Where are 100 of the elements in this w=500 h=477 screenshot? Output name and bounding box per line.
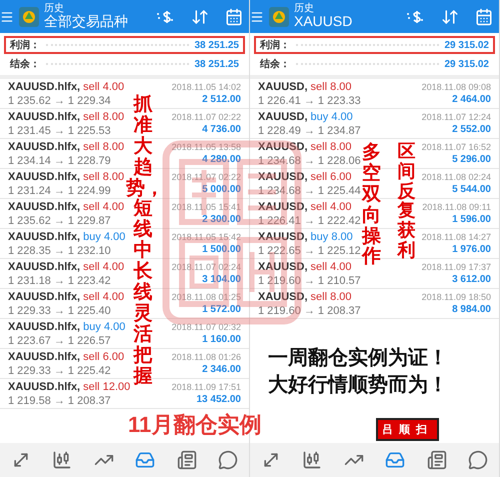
vertical-slogan: 多空双向操作 (361, 142, 382, 268)
candlestick-icon (302, 450, 322, 470)
inbox-icon (385, 450, 406, 470)
nav-tab[interactable] (302, 450, 322, 470)
newspaper-icon (426, 450, 447, 470)
summary-label: 利润： (260, 38, 290, 52)
trade-symbol: XAUUSD.hlfx, (8, 350, 80, 362)
menu-icon[interactable] (250, 10, 264, 24)
sort-icon[interactable] (191, 8, 209, 26)
trade-profit: 5 544.00 (452, 184, 491, 195)
trade-prices: 1 226.41 → 1 222.42 (258, 214, 361, 226)
trade-prices: 1 223.67 → 1 226.57 (8, 334, 111, 346)
summary-label: 利润： (10, 38, 40, 52)
trade-profit: 2 300.00 (202, 214, 241, 225)
trade-time: 2018.11.09 17:51 (172, 382, 241, 392)
nav-tab[interactable] (52, 450, 72, 470)
menu-icon[interactable] (0, 10, 14, 24)
trade-symbol: XAUUSD.hlfx, (8, 80, 80, 92)
trade-side: sell 4.00 (83, 260, 124, 272)
nav-tab[interactable] (135, 450, 156, 470)
trade-profit: 1 976.00 (452, 244, 491, 255)
trade-time: 2018.11.08 09:11 (422, 202, 491, 212)
trade-side: buy 4.00 (83, 320, 126, 332)
trade-profit: 4 736.00 (202, 124, 241, 135)
trade-side: sell 4.00 (83, 200, 124, 212)
trade-symbol: XAUUSD, (258, 140, 308, 152)
trade-side: sell 4.00 (83, 80, 124, 92)
trade-symbol: XAUUSD.hlfx, (8, 290, 80, 302)
trade-side: sell 4.00 (310, 260, 352, 272)
chat-icon (468, 450, 488, 470)
header-title: 历史 (294, 3, 315, 14)
trade-profit: 3 104.00 (202, 274, 241, 285)
trade-profit: 3 612.00 (452, 274, 491, 285)
trade-prices: 1 231.45 → 1 225.53 (8, 124, 111, 136)
summary-value: 38 251.25 (194, 58, 239, 70)
trade-symbol: XAUUSD.hlfx, (8, 320, 80, 332)
nav-tab[interactable] (385, 450, 406, 470)
newspaper-icon (176, 450, 197, 470)
trade-symbol: XAUUSD, (258, 200, 308, 212)
nav-tab[interactable] (218, 450, 238, 470)
trade-side: sell 12.00 (83, 380, 130, 392)
trade-symbol: XAUUSD, (258, 230, 308, 242)
signature-seal: 吕顺扫 (376, 418, 439, 441)
trade-time: 2018.11.08 02:24 (422, 172, 491, 182)
trade-profit: 1 596.00 (452, 214, 491, 225)
trade-prices: 1 234.14 → 1 228.79 (8, 154, 111, 166)
trade-time: 2018.11.07 02:32 (172, 322, 241, 332)
trade-prices: 1 229.33 → 1 225.42 (8, 364, 111, 376)
trade-side: sell 8.00 (310, 290, 352, 302)
trade-side: sell 4.00 (310, 200, 352, 212)
trade-profit: 5 000.00 (202, 184, 241, 195)
trade-profit: 13 452.00 (196, 394, 241, 405)
trade-prices: 1 228.35 → 1 232.10 (8, 244, 111, 256)
trade-symbol: XAUUSD.hlfx, (8, 260, 80, 272)
trade-side: sell 8.00 (310, 80, 352, 92)
trade-time: 2018.11.09 18:50 (422, 292, 491, 302)
trade-profit: 2 346.00 (202, 364, 241, 375)
trade-time: 2018.11.08 01:25 (172, 292, 241, 302)
trade-side: sell 8.00 (310, 140, 352, 152)
trade-symbol: XAUUSD, (258, 80, 308, 92)
summary-label: 结余： (260, 58, 290, 71)
trade-prices: 1 234.68 → 1 225.44 (258, 184, 361, 196)
calendar-icon[interactable] (475, 8, 493, 26)
trade-time: 2018.11.05 14:02 (172, 82, 241, 92)
trade-profit: 4 280.00 (202, 154, 241, 165)
nav-tab[interactable] (468, 450, 488, 470)
sort-icon[interactable] (441, 8, 459, 26)
trade-prices: 1 235.62 → 1 229.34 (8, 94, 111, 106)
trade-symbol: XAUUSD.hlfx, (8, 170, 80, 182)
nav-tab[interactable] (176, 450, 197, 470)
nav-tab[interactable] (426, 450, 447, 470)
trade-prices: 1 229.33 → 1 225.40 (8, 304, 111, 316)
trade-symbol: XAUUSD, (258, 260, 308, 272)
caption: 11月翻仓实例 (128, 411, 262, 439)
slogan: 大好行情顺势而为！ (268, 373, 448, 398)
trade-prices: 1 231.24 → 1 224.99 (8, 184, 111, 196)
trade-time: 2018.11.07 16:52 (422, 142, 491, 152)
trade-time: 2018.11.09 17:37 (422, 262, 491, 272)
calendar-icon[interactable] (225, 8, 243, 26)
trade-prices: 1 231.18 → 1 223.42 (8, 274, 111, 286)
trade-time: 2018.11.05 15:41 (172, 202, 241, 212)
trade-side: sell 8.00 (83, 140, 124, 152)
trade-profit: 1 500.00 (202, 244, 241, 255)
trade-side: sell 6.00 (83, 350, 124, 362)
trade-time: 2018.11.07 02:22 (172, 172, 241, 182)
trade-prices: 1 234.68 → 1 228.06 (258, 154, 361, 166)
trade-prices: 1 219.60 → 1 208.37 (258, 304, 361, 316)
trade-side: buy 4.00 (310, 110, 353, 122)
trade-time: 2018.11.08 09:08 (422, 82, 491, 92)
trade-prices: 1 219.60 → 1 210.57 (258, 274, 361, 286)
summary-value: 29 315.02 (444, 40, 489, 50)
trade-prices: 1 222.65 → 1 225.12 (258, 244, 361, 256)
trade-symbol: XAUUSD.hlfx, (8, 230, 80, 242)
header-title: 历史 (44, 3, 65, 14)
trade-profit: 1 160.00 (202, 334, 241, 345)
trade-time: 2018.11.07 02:22 (172, 112, 241, 122)
trade-prices: 1 235.62 → 1 229.87 (8, 214, 111, 226)
trade-side: buy 4.00 (83, 230, 126, 242)
trade-symbol: XAUUSD, (258, 170, 308, 182)
trade-time: 2018.11.07 02:24 (172, 262, 241, 272)
